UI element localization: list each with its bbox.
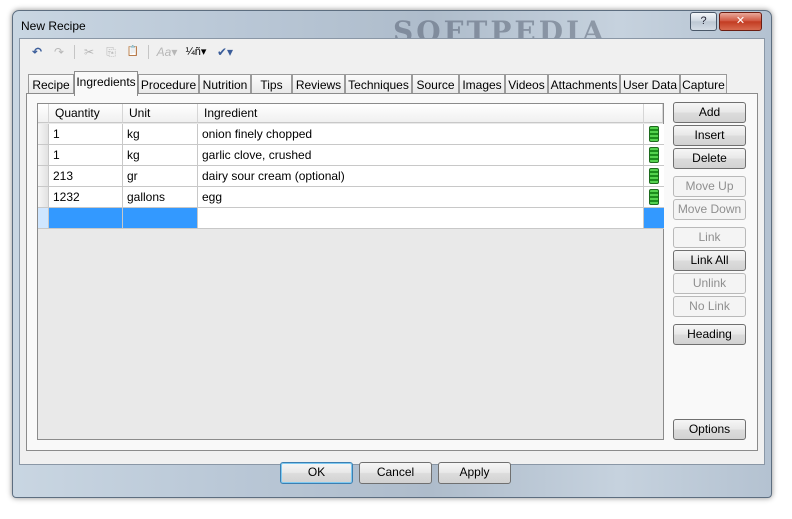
tab-user-data[interactable]: User Data [620,74,680,95]
tab-reviews[interactable]: Reviews [292,74,345,95]
spellcheck-icon[interactable]: ✔▾ [214,43,236,61]
ok-button[interactable]: OK [280,462,353,484]
row-status-cell [644,187,664,208]
cancel-button[interactable]: Cancel [359,462,432,484]
undo-icon[interactable]: ↶ [28,43,46,61]
fraction-icon[interactable]: ¼ñ▾ [182,43,210,61]
column-header-quantity[interactable]: Quantity [49,104,123,123]
tab-nutrition[interactable]: Nutrition [199,74,251,95]
cell-quantity[interactable]: 1232 [49,187,123,208]
apply-button[interactable]: Apply [438,462,511,484]
cell-quantity[interactable]: 213 [49,166,123,187]
tab-tips[interactable]: Tips [251,74,292,95]
linked-status-icon[interactable] [649,189,659,205]
link-all-button[interactable]: Link All [673,250,746,271]
tab-capture[interactable]: Capture [680,74,727,95]
column-header-unit[interactable]: Unit [123,104,198,123]
row-status-cell [644,145,664,166]
cell-quantity[interactable]: 1 [49,124,123,145]
cell-unit[interactable]: gallons [123,187,198,208]
column-header-status [644,104,663,123]
row-header[interactable] [38,208,49,229]
cell-ingredient[interactable]: egg [198,187,644,208]
linked-status-icon[interactable] [649,126,659,142]
copy-icon[interactable]: ⎘ [102,43,120,61]
link-button[interactable]: Link [673,227,746,248]
move-up-button[interactable]: Move Up [673,176,746,197]
cell-ingredient[interactable]: dairy sour cream (optional) [198,166,644,187]
row-header[interactable] [38,145,49,166]
cell-unit[interactable]: gr [123,166,198,187]
grid-header-corner [38,104,49,123]
paste-icon[interactable]: 📋 [124,43,142,61]
window-title: New Recipe [21,19,86,33]
new-row-cell-ingredient[interactable] [198,208,644,229]
cell-ingredient[interactable]: onion finely chopped [198,124,644,145]
heading-button[interactable]: Heading [673,324,746,345]
delete-button[interactable]: Delete [673,148,746,169]
no-link-button[interactable]: No Link [673,296,746,317]
help-button[interactable]: ? [690,12,717,31]
row-header[interactable] [38,187,49,208]
ingredients-panel: Quantity Unit Ingredient 1 kg onion finely ch… [26,93,758,451]
cell-ingredient[interactable]: garlic clove, crushed [198,145,644,166]
row-header[interactable] [38,124,49,145]
options-button[interactable]: Options [673,419,746,440]
close-button[interactable]: ✕ [719,12,762,31]
tab-procedure[interactable]: Procedure [138,74,199,95]
ingredients-grid[interactable]: Quantity Unit Ingredient 1 kg onion finely ch… [37,103,664,440]
cell-quantity[interactable]: 1 [49,145,123,166]
row-header[interactable] [38,166,49,187]
unlink-button[interactable]: Unlink [673,273,746,294]
move-down-button[interactable]: Move Down [673,199,746,220]
add-button[interactable]: Add [673,102,746,123]
tab-source[interactable]: Source [412,74,459,95]
redo-icon[interactable]: ↷ [50,43,68,61]
row-status-cell [644,208,664,229]
column-header-ingredient[interactable]: Ingredient [198,104,644,123]
tab-recipe[interactable]: Recipe [28,74,74,95]
cell-unit[interactable]: kg [123,145,198,166]
insert-button[interactable]: Insert [673,125,746,146]
new-row-cell-quantity[interactable] [49,208,123,229]
cut-icon[interactable]: ✂ [80,43,98,61]
toolbar: ↶ ↷ ✂ ⎘ 📋 Aa▾ ¼ñ▾ ✔▾ [20,39,764,66]
row-status-cell [644,124,664,145]
toolbar-separator [148,45,149,59]
tab-techniques[interactable]: Techniques [345,74,412,95]
font-icon[interactable]: Aa▾ [154,43,180,61]
row-status-cell [644,166,664,187]
linked-status-icon[interactable] [649,168,659,184]
tab-ingredients[interactable]: Ingredients [74,71,138,96]
tab-attachments[interactable]: Attachments [548,74,620,95]
cell-unit[interactable]: kg [123,124,198,145]
toolbar-separator [74,45,75,59]
linked-status-icon[interactable] [649,147,659,163]
tab-videos[interactable]: Videos [505,74,548,95]
tab-images[interactable]: Images [459,74,505,95]
new-row-cell-unit[interactable] [123,208,198,229]
